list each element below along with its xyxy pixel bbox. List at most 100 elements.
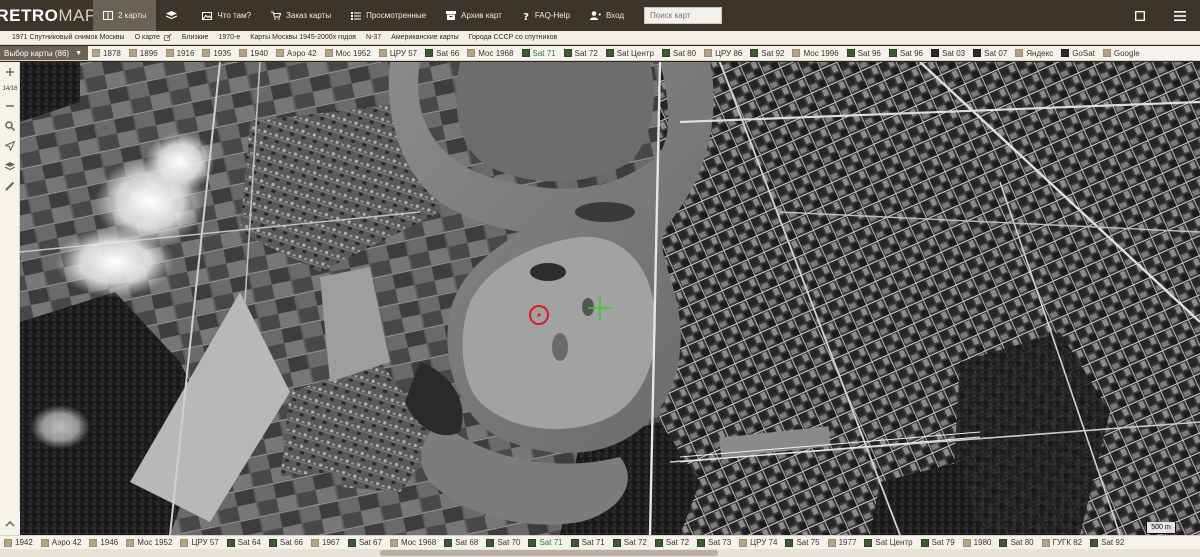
scroll-up-button[interactable] <box>0 512 20 535</box>
map-thumbnail-icon <box>202 49 211 57</box>
american-maps-link[interactable]: Американские карты <box>386 34 464 41</box>
map-tile-option[interactable]: Sat 92 <box>1086 536 1128 549</box>
map-thumbnail-icon <box>275 49 284 57</box>
map-tile-option[interactable]: Sat 66 <box>421 46 463 60</box>
map-tile-option[interactable]: Sat 64 <box>223 536 265 549</box>
satellite-map-view[interactable] <box>20 62 1200 535</box>
map-tile-option[interactable]: Sat 72 <box>560 46 602 60</box>
nearby-link[interactable]: Близкие <box>177 34 214 41</box>
horizontal-scrollbar[interactable] <box>0 549 1200 557</box>
map-tile-option[interactable]: 1878 <box>88 46 125 60</box>
map-thumbnail-icon <box>1041 538 1050 547</box>
map-tile-option[interactable]: Sat 68 <box>440 536 482 549</box>
map-tile-option[interactable]: Sat 71 <box>567 536 609 549</box>
map-tile-option[interactable]: Мос 1996 <box>788 46 842 60</box>
nav-login[interactable]: Вход <box>580 0 634 31</box>
map-thumbnail-icon <box>444 538 453 547</box>
map-tile-option[interactable]: Sat 72 <box>651 536 693 549</box>
map-tile-option[interactable]: Sat 03 <box>927 46 969 60</box>
map-tile-option[interactable]: ГУГК 82 <box>1038 536 1087 549</box>
nav-layers[interactable] <box>156 0 192 31</box>
map-tile-option[interactable]: Мос 1968 <box>463 46 517 60</box>
map-tile-option[interactable]: ЦРУ 86 <box>700 46 746 60</box>
map-tile-option[interactable]: 1967 <box>307 536 344 549</box>
scrollbar-thumb[interactable] <box>380 550 718 556</box>
decade-link[interactable]: 1970-е <box>213 34 245 41</box>
moscow-maps-link[interactable]: Карты Москвы 1945-2000х годов <box>245 34 361 41</box>
map-thumbnail-icon <box>226 538 235 547</box>
map-tile-option[interactable]: Sat 70 <box>482 536 524 549</box>
nav-order-map[interactable]: Заказ карты <box>261 0 341 31</box>
map-tile-option[interactable]: ЦРУ 74 <box>735 536 781 549</box>
map-thumbnail-icon <box>40 538 49 547</box>
map-thumbnail-icon <box>126 538 135 547</box>
map-tile-option[interactable]: Аэро 42 <box>37 536 86 549</box>
map-tile-label: Sat 72 <box>623 538 647 547</box>
map-tile-option[interactable]: Sat 79 <box>917 536 959 549</box>
search-icon <box>5 121 15 131</box>
nav-whats-there[interactable]: Что там? <box>192 0 261 31</box>
draw-tool-button[interactable] <box>0 176 20 196</box>
ussr-cities-link[interactable]: Города СССР со спутников <box>464 34 563 41</box>
map-tile-option[interactable]: 1942 <box>0 536 37 549</box>
map-tile-option[interactable]: Sat 96 <box>885 46 927 60</box>
retromap-logo[interactable]: RETRO MAP <box>0 0 96 31</box>
map-tile-option[interactable]: Мос 1952 <box>122 536 176 549</box>
map-tile-option[interactable]: GoSat <box>1057 46 1099 60</box>
location-arrow-icon <box>5 141 15 151</box>
map-tile-option[interactable]: Sat 75 <box>781 536 823 549</box>
map-tile-option[interactable]: Sat 66 <box>265 536 307 549</box>
map-tile-option[interactable]: 1980 <box>959 536 996 549</box>
map-tile-option[interactable]: Google <box>1099 46 1144 60</box>
map-tile-option[interactable]: Мос 1968 <box>386 536 440 549</box>
map-tile-option[interactable]: Sat Центр <box>602 46 658 60</box>
map-tile-option[interactable]: Sat Центр <box>860 536 916 549</box>
bottom-map-selector-bar: 1942 Аэро 42 1946 Мос 1952 ЦРУ 57 Sat 64 Sat 6… <box>0 535 1200 549</box>
zoom-in-button[interactable] <box>0 62 20 82</box>
map-tile-option[interactable]: Яндекс <box>1011 46 1057 60</box>
map-tile-option[interactable]: Sat 67 <box>344 536 386 549</box>
fullscreen-button[interactable] <box>1120 10 1160 21</box>
layers-icon <box>166 11 178 20</box>
sheet-link[interactable]: N-37 <box>361 34 386 41</box>
menu-button[interactable] <box>1160 10 1200 21</box>
map-tile-option[interactable]: Sat 07 <box>969 46 1011 60</box>
map-tile-option[interactable]: Sat 71 <box>524 536 566 549</box>
map-tile-option[interactable]: Sat 72 <box>609 536 651 549</box>
map-tile-option[interactable]: 1916 <box>162 46 199 60</box>
nav-viewed-label: Просмотренные <box>366 11 427 20</box>
map-tile-option[interactable]: Sat 92 <box>746 46 788 60</box>
map-tile-option[interactable]: 1946 <box>85 536 122 549</box>
map-tile-option[interactable]: Аэро 42 <box>272 46 321 60</box>
nav-faq-help[interactable]: ? FAQ-Help <box>512 0 580 31</box>
locate-button[interactable] <box>0 136 20 156</box>
search-tool-button[interactable] <box>0 116 20 136</box>
map-tile-label: Мос 1968 <box>478 48 514 58</box>
map-tile-option[interactable]: Sat 73 <box>693 536 735 549</box>
nav-two-maps[interactable]: 2 карты <box>93 0 157 31</box>
hamburger-icon <box>1174 10 1186 21</box>
map-tile-option[interactable]: 1896 <box>125 46 162 60</box>
zoom-out-button[interactable] <box>0 96 20 116</box>
map-select-dropdown[interactable]: Выбор карты (86) ▼ <box>0 46 88 60</box>
map-search-input[interactable] <box>644 7 723 24</box>
map-tile-option[interactable]: 1977 <box>824 536 861 549</box>
map-tile-option[interactable]: ЦРУ 57 <box>375 46 421 60</box>
about-map-link[interactable]: О карте <box>130 34 177 41</box>
map-tile-option[interactable]: Sat 96 <box>843 46 885 60</box>
map-tile-option[interactable]: ЦРУ 57 <box>176 536 222 549</box>
map-tile-option[interactable]: Sat 71 <box>518 46 560 60</box>
layers-tool-button[interactable] <box>0 156 20 176</box>
map-tile-label: Sat 03 <box>942 48 966 58</box>
map-tile-option[interactable]: Sat 80 <box>995 536 1037 549</box>
map-tile-option[interactable]: 1940 <box>235 46 272 60</box>
map-info-bar: 1971 Спутниковый снимок Москвы О карте Б… <box>0 31 1200 45</box>
map-tile-label: Мос 1996 <box>803 48 839 58</box>
map-tile-option[interactable]: 1935 <box>198 46 235 60</box>
map-tile-option[interactable]: Sat 80 <box>658 46 700 60</box>
square-icon <box>1135 10 1145 21</box>
nav-viewed[interactable]: Просмотренные <box>341 0 436 31</box>
map-tile-label: Sat 67 <box>358 538 382 547</box>
nav-map-archive[interactable]: Архив карт <box>436 0 512 31</box>
map-tile-option[interactable]: Мос 1952 <box>321 46 375 60</box>
